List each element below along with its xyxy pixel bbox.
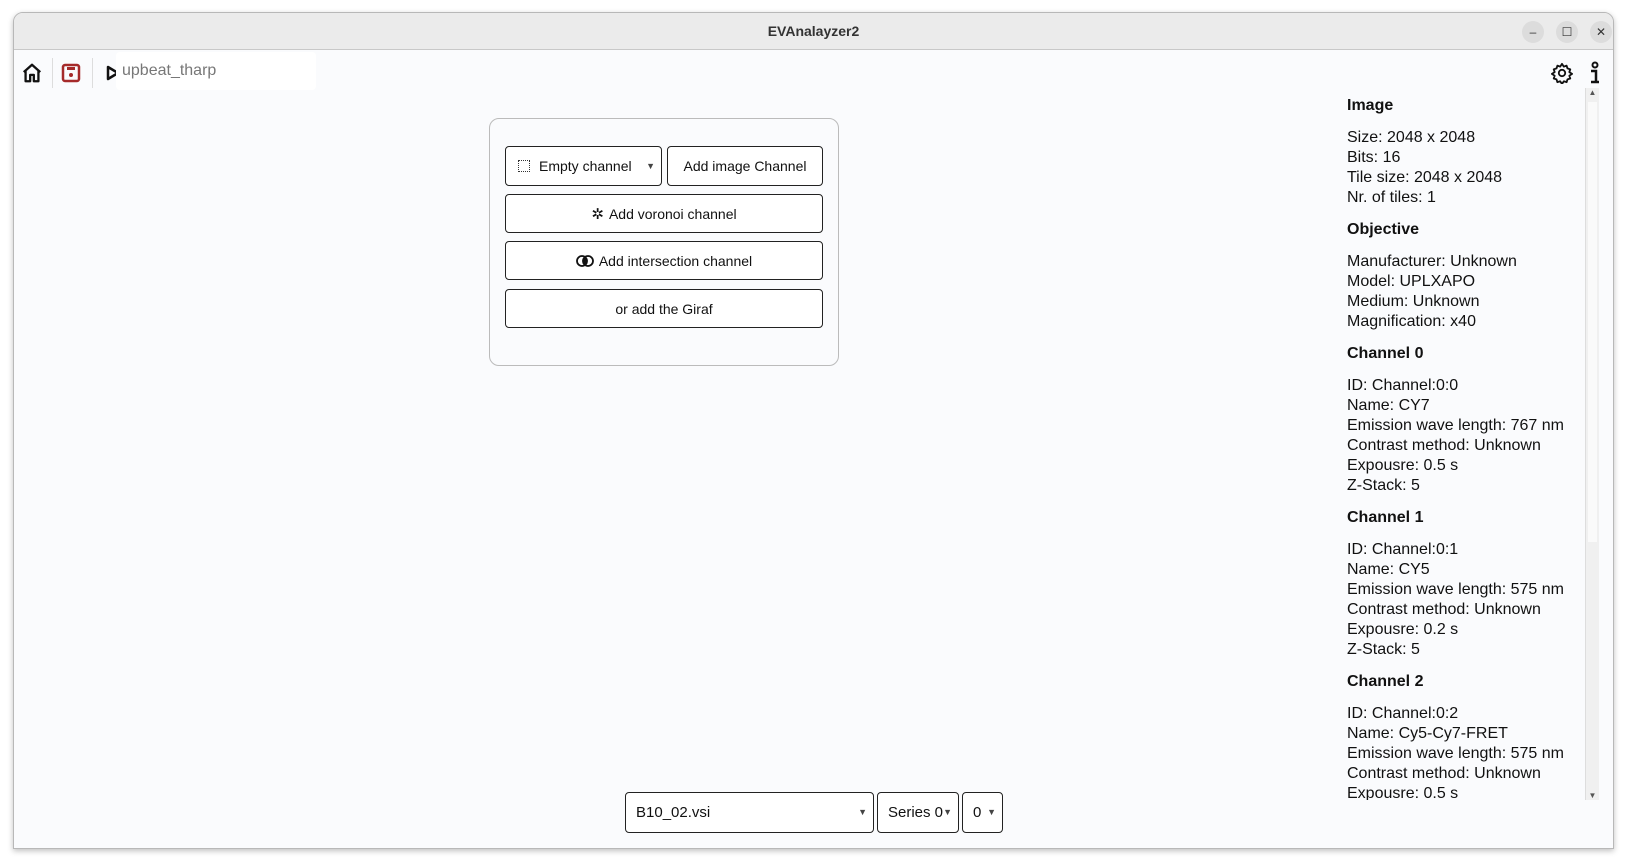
info-line: Name: CY7 [1347,397,1430,414]
toolbar-divider [52,58,53,88]
chevron-down-icon[interactable]: ▼ [646,161,655,171]
add-intersection-channel-button[interactable]: Add intersection channel [505,241,823,280]
info-line: Name: Cy5-Cy7-FRET [1347,725,1508,742]
add-channel-dialog: Empty channel ▼ Add image Channel ✲ Add … [489,118,839,366]
info-line: Medium: Unknown [1347,293,1480,310]
scrollbar-thumb[interactable] [1588,102,1597,542]
info-panel-scrollbar[interactable]: ▲ ▼ [1585,88,1599,800]
image-info-panel: Image Size: 2048 x 2048 Bits: 16 Tile size:… [1347,88,1583,800]
info-line: Contrast method: Unknown [1347,437,1541,454]
info-line: ID: Channel:0:1 [1347,541,1459,558]
info-line: Model: UPLXAPO [1347,273,1476,290]
minimize-button[interactable]: – [1522,21,1544,43]
info-section: Channel 0 ID: Channel:0:0 Name: CY7 Emissio… [1347,344,1583,496]
info-line: Emission wave length: 767 nm [1347,417,1564,434]
info-line: Contrast method: Unknown [1347,601,1541,618]
chevron-down-icon: ▼ [858,807,867,817]
add-voronoi-channel-button[interactable]: ✲ Add voronoi channel [505,194,823,233]
empty-channel-button[interactable]: Empty channel ▼ [505,146,662,186]
info-line: Magnification: x40 [1347,313,1476,330]
info-line: Emission wave length: 575 nm [1347,581,1564,598]
file-select[interactable]: B10_02.vsi ▼ [625,792,874,833]
info-section: Channel 2 ID: Channel:0:2 Name: Cy5-Cy7-FR… [1347,672,1583,800]
info-section-title: Objective [1347,221,1420,238]
dashed-square-icon [518,160,530,172]
info-section-title: Channel 2 [1347,673,1424,690]
maximize-button[interactable]: ☐ [1556,21,1578,43]
info-section: Objective Manufacturer: Unknown Model: UPL… [1347,220,1583,332]
series-select[interactable]: Series 0 ▼ [877,792,959,833]
index-select[interactable]: 0 ▼ [962,792,1003,833]
info-line: Expousre: 0.5 s [1347,785,1459,800]
scroll-up-arrow[interactable]: ▲ [1586,88,1599,97]
series-select-value: Series 0 [888,804,944,821]
info-line: Name: CY5 [1347,561,1430,578]
scroll-down-arrow[interactable]: ▼ [1586,791,1599,800]
info-section-title: Image [1347,97,1394,114]
add-giraf-button[interactable]: or add the Giraf [505,289,823,328]
info-line: Expousre: 0.5 s [1347,457,1459,474]
chevron-down-icon: ▼ [943,807,952,817]
intersection-icon [575,254,594,267]
info-line: ID: Channel:0:0 [1347,377,1459,394]
chevron-down-icon: ▼ [987,807,996,817]
info-line: Size: 2048 x 2048 [1347,129,1476,146]
toolbar-divider [92,58,93,88]
info-icon [1591,61,1599,84]
info-section: Image Size: 2048 x 2048 Bits: 16 Tile size:… [1347,96,1583,208]
info-line: Expousre: 0.2 s [1347,621,1459,638]
title-bar: EVAnalayzer2 – ☐ ✕ [14,13,1613,50]
voronoi-icon: ✲ [591,205,604,223]
add-image-channel-button[interactable]: Add image Channel [667,146,823,186]
info-section-title: Channel 1 [1347,509,1424,526]
info-line: Contrast method: Unknown [1347,765,1541,782]
info-line: Bits: 16 [1347,149,1401,166]
save-icon [61,63,81,83]
info-line: Z-Stack: 5 [1347,641,1420,658]
info-line: Tile size: 2048 x 2048 [1347,169,1503,186]
save-button[interactable] [61,50,81,96]
add-voronoi-label: Add voronoi channel [608,205,737,222]
info-line: Z-Stack: 5 [1347,477,1420,494]
empty-channel-label: Empty channel [539,158,632,174]
home-button[interactable] [21,50,43,96]
gear-icon [1551,62,1573,84]
window-title: EVAnalayzer2 [767,23,860,39]
info-section-title: Channel 0 [1347,345,1424,362]
project-name-input[interactable]: upbeat_tharp [116,52,316,90]
file-select-value: B10_02.vsi [636,804,711,821]
info-line: Manufacturer: Unknown [1347,253,1517,270]
add-intersection-label: Add intersection channel [598,252,753,269]
info-section: Channel 1 ID: Channel:0:1 Name: CY5 Emissio… [1347,508,1583,660]
close-button[interactable]: ✕ [1590,21,1612,43]
info-line: ID: Channel:0:2 [1347,705,1459,722]
home-icon [22,63,42,83]
info-line: Nr. of tiles: 1 [1347,189,1436,206]
info-line: Emission wave length: 575 nm [1347,745,1564,762]
index-select-value: 0 [973,804,982,821]
